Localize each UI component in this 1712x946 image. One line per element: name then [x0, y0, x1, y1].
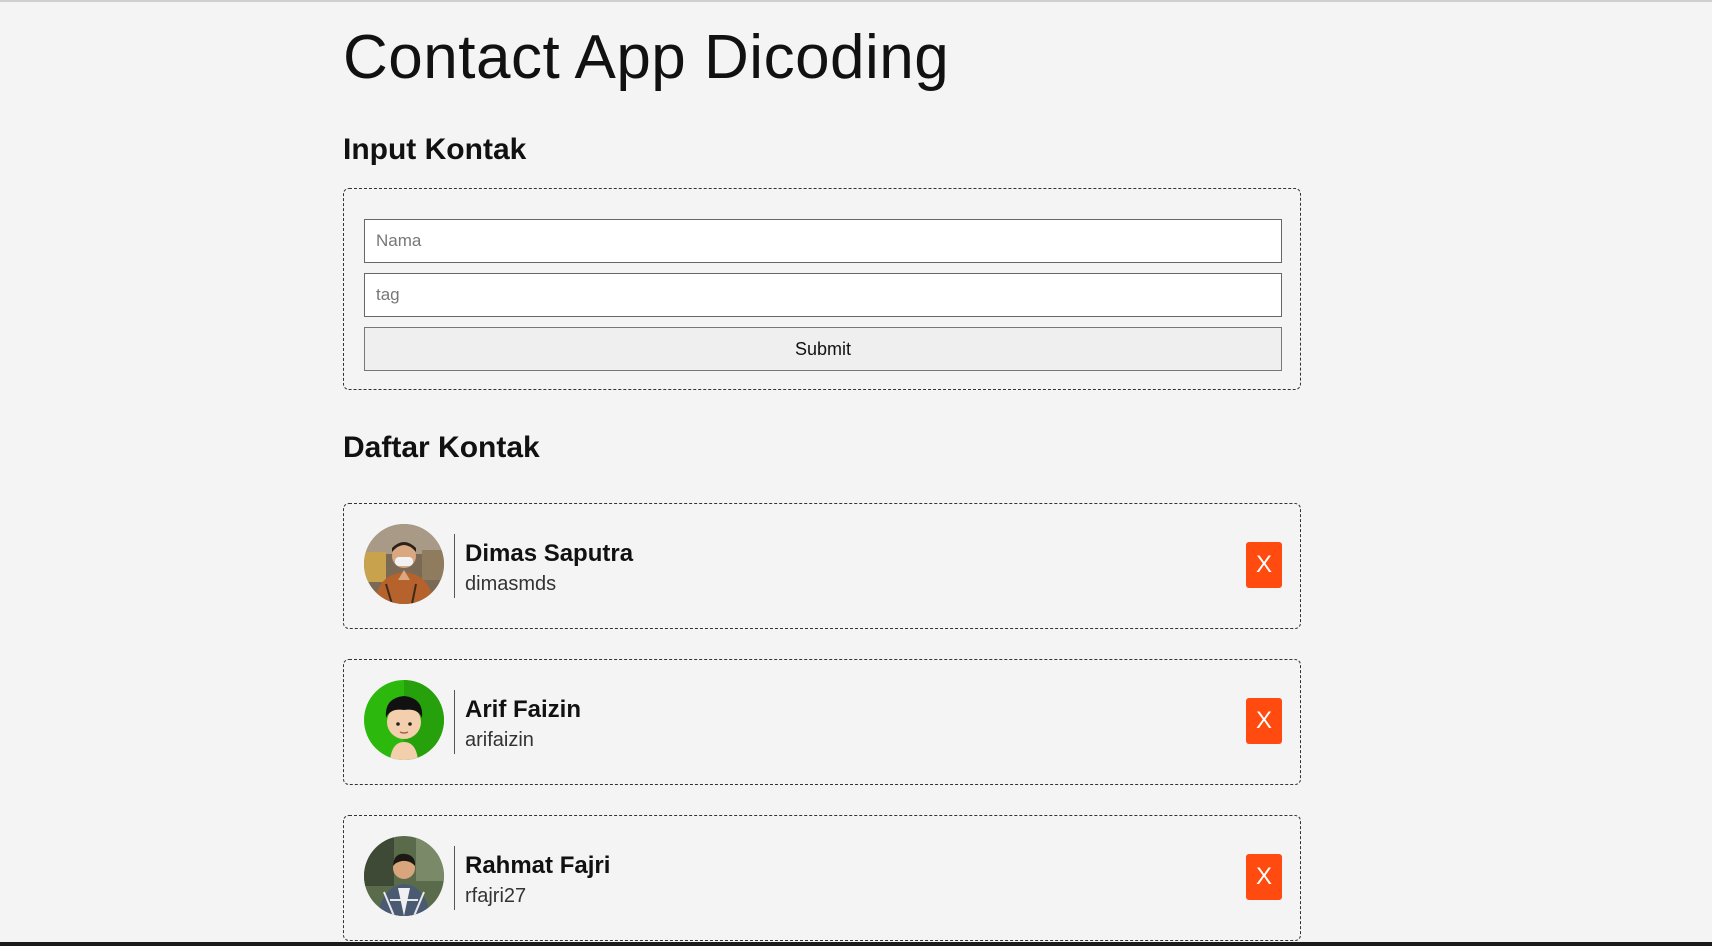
divider [454, 846, 455, 910]
contact-tag: dimasmds [465, 573, 557, 595]
delete-contact-button[interactable]: X [1246, 698, 1282, 744]
avatar [364, 836, 444, 916]
page-title: Contact App Dicoding [343, 23, 950, 92]
tag-input[interactable] [364, 273, 1282, 317]
divider [454, 690, 455, 754]
contact-tag: rfajri27 [465, 885, 527, 907]
contact-tag: arifaizin [465, 729, 534, 751]
avatar [364, 680, 444, 760]
avatar [364, 524, 444, 604]
input-section-title: Input Kontak [343, 133, 527, 166]
delete-contact-button[interactable]: X [1246, 542, 1282, 588]
divider [454, 534, 455, 598]
contact-card: Dimas Saputra dimasmds X [343, 503, 1301, 629]
contact-card: Arif Faizin arifaizin X [343, 659, 1301, 785]
person-photo-icon [364, 836, 444, 916]
contact-list-title: Daftar Kontak [343, 431, 540, 464]
top-border [0, 0, 1712, 2]
contact-name: Dimas Saputra [465, 540, 634, 567]
person-photo-icon [364, 524, 444, 604]
delete-contact-button[interactable]: X [1246, 854, 1282, 900]
submit-button[interactable]: Submit [364, 327, 1282, 371]
contact-name: Arif Faizin [465, 696, 582, 723]
contact-name: Rahmat Fajri [465, 852, 611, 879]
contact-card: Rahmat Fajri rfajri27 X [343, 815, 1301, 941]
bottom-border [0, 942, 1712, 946]
name-input[interactable] [364, 219, 1282, 263]
cartoon-avatar-icon [364, 680, 444, 760]
contact-input-form: Submit [343, 188, 1301, 390]
